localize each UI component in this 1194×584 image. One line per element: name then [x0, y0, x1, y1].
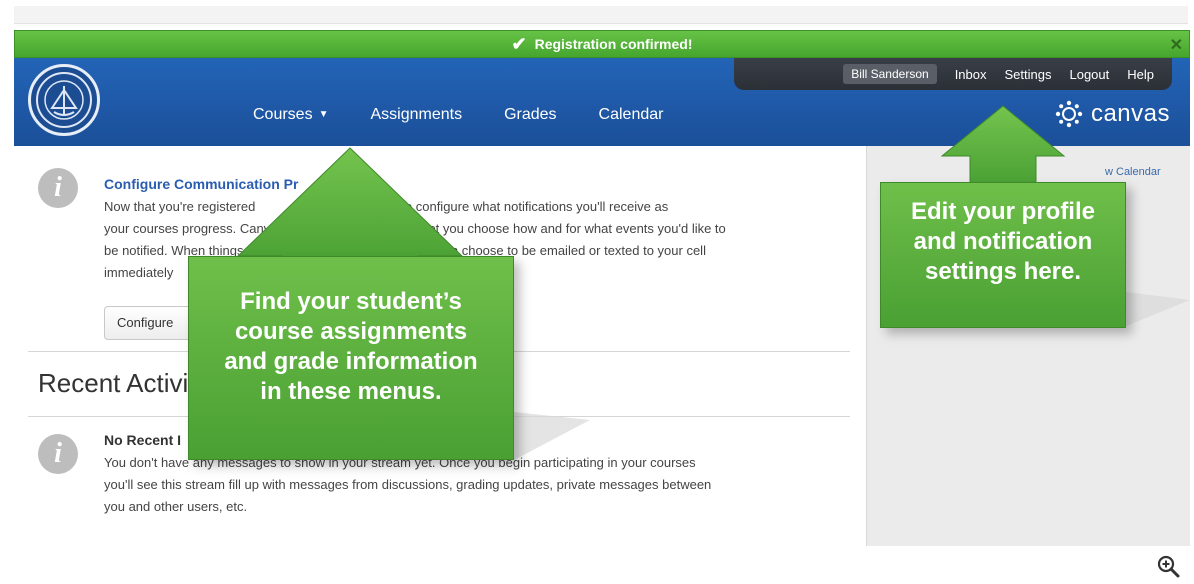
- main-nav: Courses ▼ Assignments Grades Calendar: [232, 102, 684, 128]
- nav-grades[interactable]: Grades: [483, 102, 577, 128]
- callout-line: Edit your profile: [910, 198, 1095, 225]
- help-link[interactable]: Help: [1127, 67, 1154, 82]
- nav-courses[interactable]: Courses ▼: [232, 102, 349, 128]
- logout-link[interactable]: Logout: [1069, 67, 1109, 82]
- settings-link[interactable]: Settings: [1005, 67, 1052, 82]
- recent-item-text: You don't have any messages to show in y…: [104, 452, 834, 518]
- check-icon: ✔: [511, 33, 527, 54]
- registration-banner: ✔ Registration confirmed! ✕: [14, 30, 1190, 58]
- nav-calendar[interactable]: Calendar: [578, 102, 685, 128]
- notice-title[interactable]: Configure Communication Pr: [104, 176, 834, 192]
- info-icon: i: [38, 434, 78, 474]
- callout-line: and notification: [913, 228, 1093, 255]
- user-name-link[interactable]: Bill Sanderson: [843, 64, 937, 84]
- recent-activity-title: Recent Activi: [38, 368, 189, 398]
- nav-assignments[interactable]: Assignments: [349, 102, 483, 128]
- info-icon: i: [38, 168, 78, 208]
- notice-line: immediately: [104, 265, 174, 280]
- utility-nav: Bill Sanderson Inbox Settings Logout Hel…: [734, 58, 1172, 90]
- callout-profile-settings: Edit your profile and notification setti…: [880, 182, 1126, 328]
- notice-line: might want to configure what notificatio…: [334, 199, 669, 214]
- canvas-logo-icon: [1055, 100, 1083, 128]
- notice-line: your courses progress. Canva: [104, 221, 278, 236]
- close-icon[interactable]: ✕: [1170, 35, 1183, 55]
- app-header: Bill Sanderson Inbox Settings Logout Hel…: [14, 58, 1190, 146]
- chevron-down-icon: ▼: [318, 109, 329, 121]
- callout-line: settings here.: [924, 258, 1082, 285]
- seal-graphic: [36, 72, 92, 128]
- zoom-in-icon[interactable]: [1156, 554, 1180, 578]
- notice-line: Now that you're registered: [104, 199, 256, 214]
- banner-message: Registration confirmed!: [534, 36, 693, 52]
- inbox-link[interactable]: Inbox: [955, 67, 987, 82]
- browser-top-band: [14, 6, 1188, 24]
- callout-line: Find your student’s: [240, 288, 462, 315]
- view-calendar-link[interactable]: w Calendar: [1105, 166, 1161, 178]
- school-seal-icon[interactable]: [28, 64, 100, 136]
- recent-line: you and other users, etc.: [104, 499, 248, 514]
- notice-line: enough to let you choose how and for wha…: [364, 221, 726, 236]
- recent-line: you'll see this stream fill up with mess…: [104, 477, 712, 492]
- callout-assignments-grades: Find your student’s course assignments a…: [188, 256, 514, 460]
- nav-courses-label: Courses: [253, 106, 313, 123]
- canvas-brand[interactable]: canvas: [1055, 100, 1170, 128]
- callout-line: and grade information: [224, 348, 478, 375]
- screenshot-stage: ✔ Registration confirmed! ✕ Bill Sanders…: [0, 0, 1194, 584]
- callout-line: in these menus.: [260, 378, 442, 405]
- callout-line: course assignments: [234, 318, 468, 345]
- brand-name: canvas: [1090, 100, 1170, 127]
